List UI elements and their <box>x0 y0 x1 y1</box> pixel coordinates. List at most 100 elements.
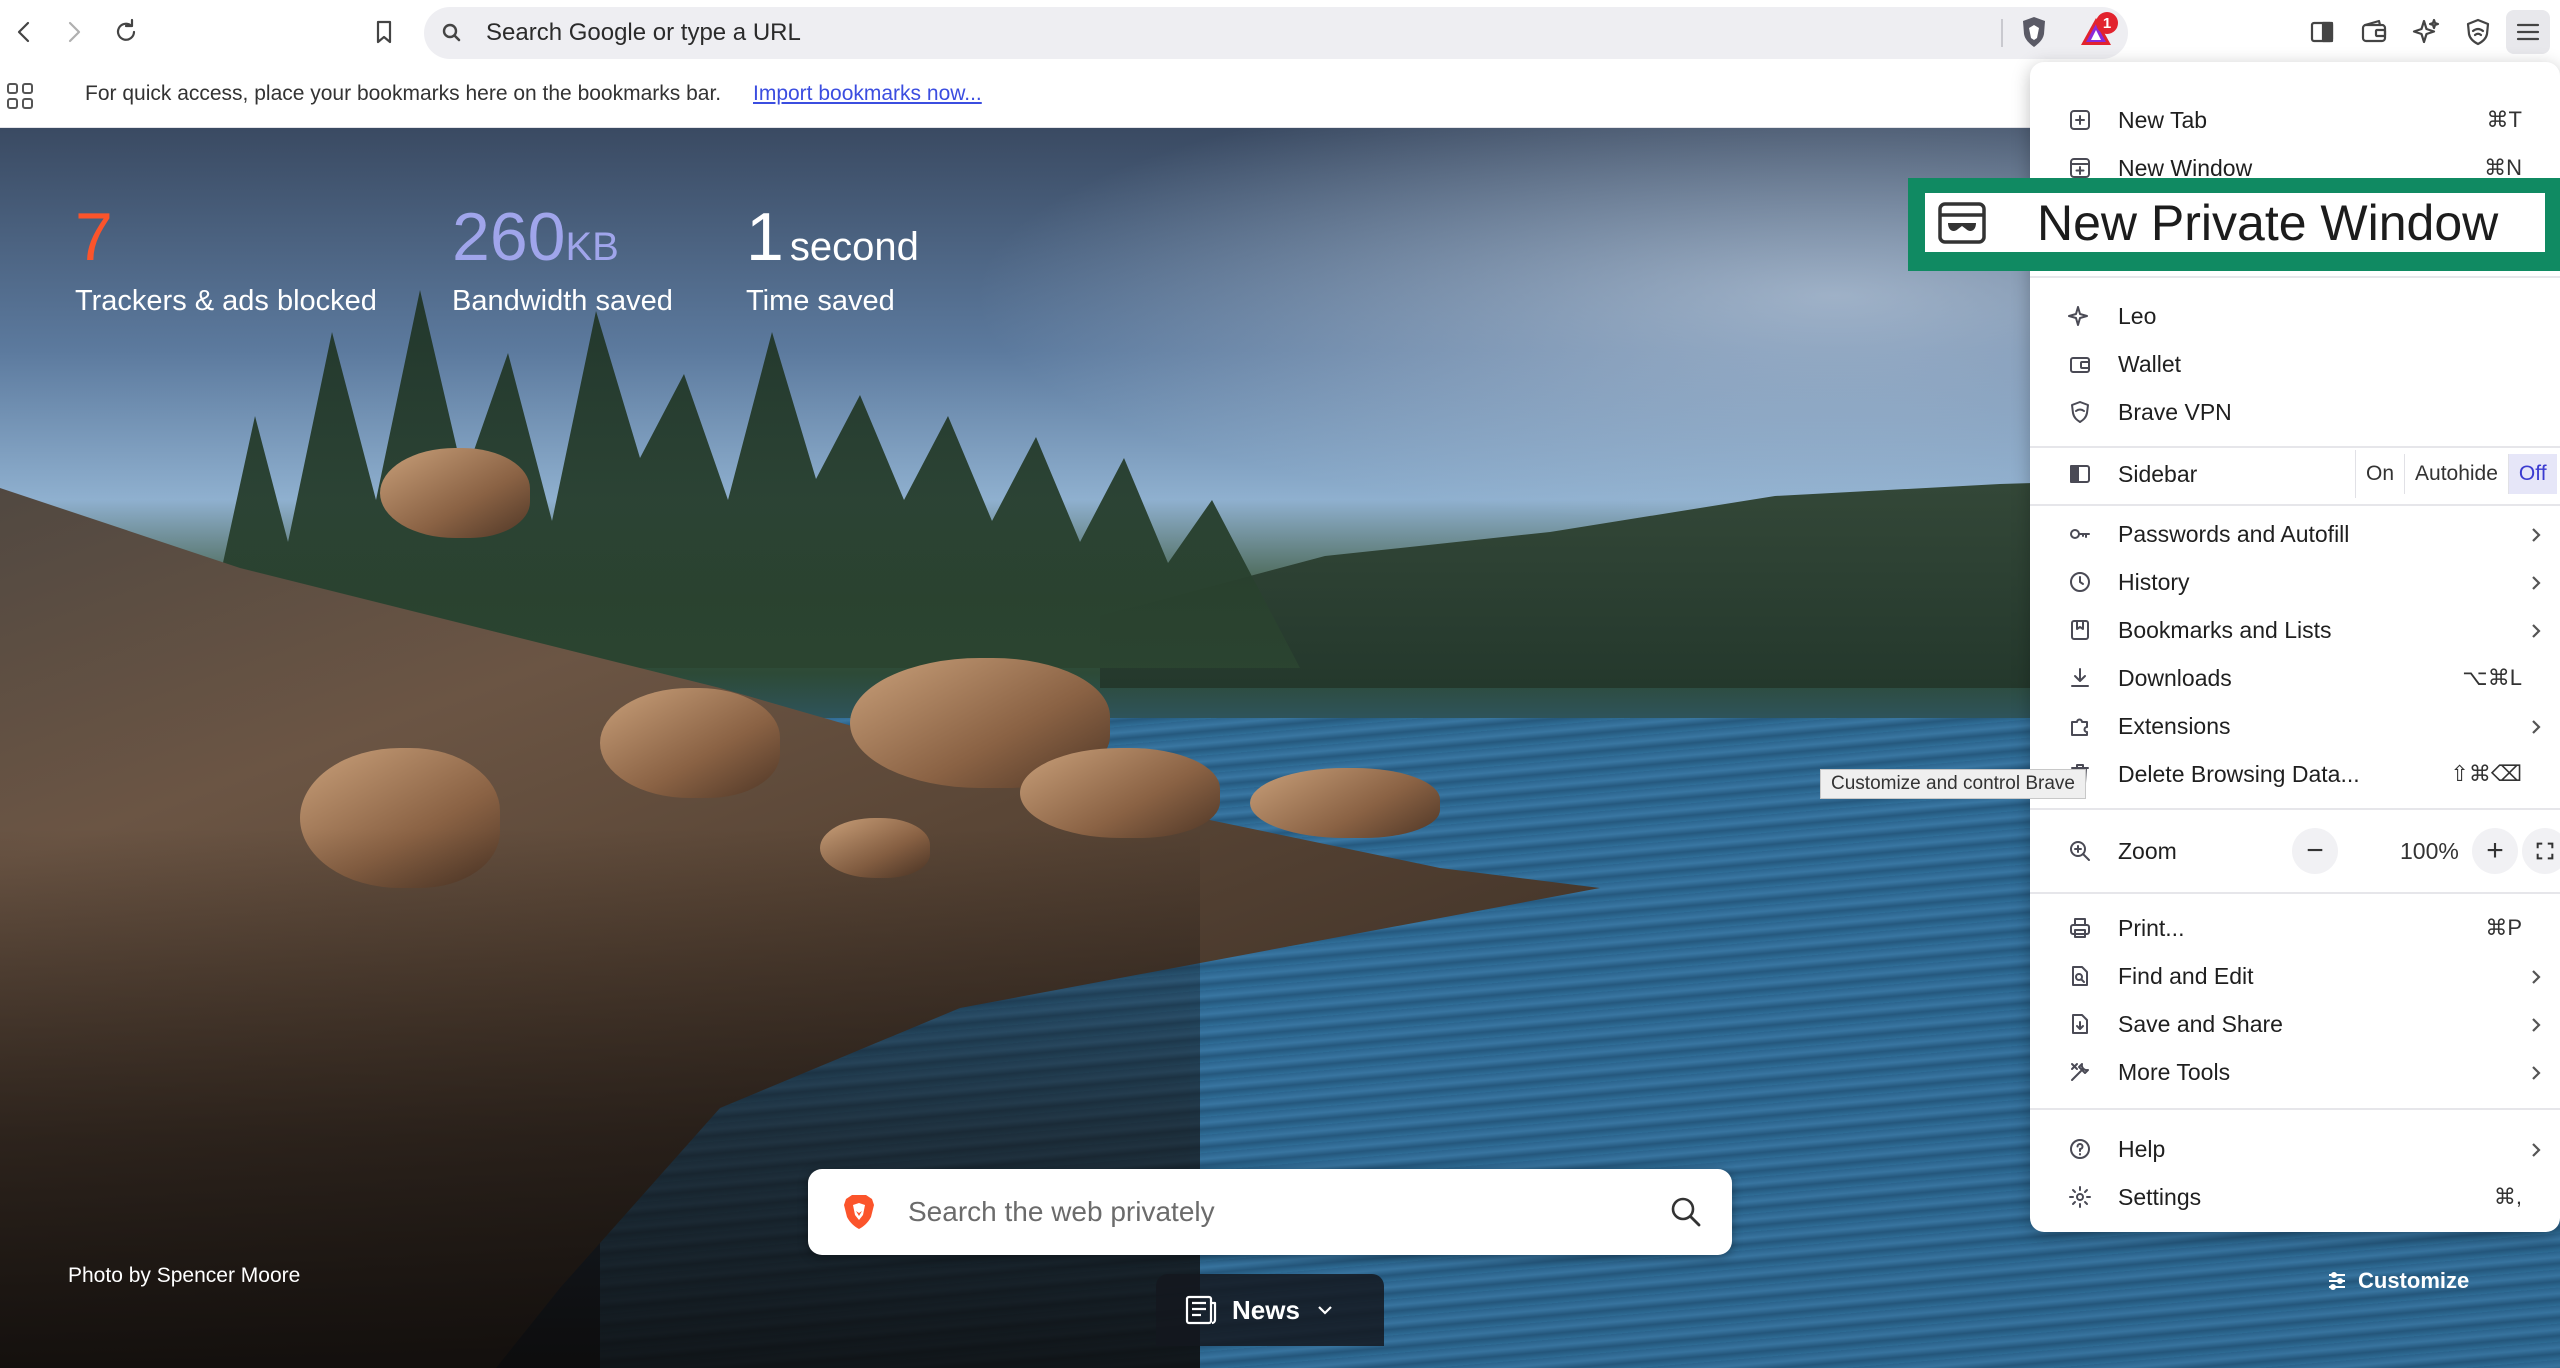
main-menu-button[interactable] <box>2506 10 2550 54</box>
rewards-badge: 1 <box>2096 12 2118 34</box>
background-rock <box>380 448 530 538</box>
menu-item-label: Brave VPN <box>2118 398 2232 425</box>
wallet-button[interactable] <box>2352 10 2396 54</box>
chevron-right-icon <box>2526 572 2546 592</box>
ntp-search-input[interactable] <box>908 1169 1608 1255</box>
new-window-icon <box>2068 156 2092 180</box>
sidebar-mode-off[interactable]: Off <box>2508 454 2557 494</box>
private-window-icon <box>1938 202 1986 244</box>
download-icon <box>2068 666 2092 690</box>
bookmarks-bar-hint: For quick access, place your bookmarks h… <box>85 82 722 105</box>
bookmarks-icon <box>2068 618 2092 642</box>
customize-button[interactable]: Customize <box>2326 1256 2469 1306</box>
menu-item-label: Wallet <box>2118 350 2182 377</box>
menu-item-label: Save and Share <box>2118 1010 2283 1037</box>
menu-item-wallet[interactable]: Wallet <box>2030 340 2560 388</box>
newspaper-icon <box>1185 1295 1217 1325</box>
zoom-out-button[interactable]: − <box>2292 828 2338 874</box>
menu-item-label: Help <box>2118 1135 2166 1162</box>
vpn-button[interactable] <box>2456 10 2500 54</box>
ntp-search-box[interactable] <box>808 1169 1732 1255</box>
chevron-right-icon <box>2526 620 2546 640</box>
zoom-magnifier-icon <box>2068 839 2092 863</box>
menu-item-label: Settings <box>2118 1183 2202 1210</box>
menu-item-find-and-edit[interactable]: Find and Edit <box>2030 952 2560 1000</box>
search-icon[interactable] <box>1668 1194 1704 1230</box>
puzzle-icon <box>2068 714 2092 738</box>
photo-credit[interactable]: Photo by Spencer Moore <box>68 1264 300 1288</box>
menu-item-extensions[interactable]: Extensions <box>2030 702 2560 750</box>
menu-item-shortcut: ⌘, <box>2493 1184 2522 1209</box>
chevron-right-icon <box>2526 716 2546 736</box>
menu-item-delete-browsing-data[interactable]: Delete Browsing Data... ⇧⌘⌫ <box>2030 750 2560 798</box>
news-button[interactable]: News <box>1156 1274 1384 1346</box>
menu-item-label: Zoom <box>2118 837 2177 864</box>
bandwidth-unit: KB <box>565 225 619 269</box>
reload-button[interactable] <box>104 10 148 54</box>
menu-item-label: Sidebar <box>2118 460 2198 487</box>
menu-item-shortcut: ⌘T <box>2486 107 2522 132</box>
history-clock-icon <box>2068 570 2092 594</box>
search-icon <box>442 23 461 42</box>
menu-item-label: Leo <box>2118 302 2157 329</box>
browser-toolbar: 1 <box>0 0 2560 62</box>
chevron-right-icon <box>2526 1062 2546 1082</box>
menu-item-shortcut: ⌥⌘L <box>2462 665 2522 690</box>
reload-icon <box>116 18 136 41</box>
menu-item-sidebar: Sidebar On Autohide Off <box>2030 450 2560 498</box>
wallet-icon <box>2361 19 2387 43</box>
fullscreen-button[interactable] <box>2522 828 2560 874</box>
menu-item-new-tab[interactable]: New Tab ⌘T <box>2030 96 2560 144</box>
menu-item-downloads[interactable]: Downloads ⌥⌘L <box>2030 654 2560 702</box>
address-bar[interactable] <box>424 7 2128 59</box>
background-rock <box>1250 768 1440 838</box>
menu-item-brave-vpn[interactable]: Brave VPN <box>2030 388 2560 436</box>
sidebar-icon <box>2068 462 2092 486</box>
import-bookmarks-link[interactable]: Import bookmarks now... <box>753 82 982 106</box>
sidebar-mode-on[interactable]: On <box>2356 454 2406 494</box>
menu-item-label: Print... <box>2118 914 2185 941</box>
menu-separator <box>2030 504 2560 506</box>
find-document-icon <box>2068 964 2092 988</box>
time-label: Time saved <box>746 285 895 317</box>
zoom-control: − 100% + <box>2260 827 2560 875</box>
trackers-label: Trackers & ads blocked <box>75 285 377 317</box>
brave-lion-logo-icon <box>844 1195 874 1229</box>
menu-item-leo[interactable]: Leo <box>2030 292 2560 340</box>
address-input[interactable] <box>486 7 1786 59</box>
menu-item-label: Bookmarks and Lists <box>2118 616 2332 643</box>
menu-item-zoom: Zoom − 100% + <box>2030 827 2560 875</box>
menu-item-help[interactable]: Help <box>2030 1125 2560 1173</box>
menu-separator <box>2030 892 2560 894</box>
bookmark-page-button[interactable] <box>362 10 406 54</box>
bandwidth-value-row: 260KB <box>452 203 673 271</box>
bandwidth-label: Bandwidth saved <box>452 285 673 317</box>
menu-item-history[interactable]: History <box>2030 558 2560 606</box>
menu-item-bookmarks[interactable]: Bookmarks and Lists <box>2030 606 2560 654</box>
time-value: 1 <box>746 199 784 275</box>
menu-separator <box>2030 446 2560 448</box>
brave-shields-icon[interactable] <box>2016 14 2052 50</box>
forward-button[interactable] <box>52 10 96 54</box>
menu-item-new-private-window[interactable]: New Private Window <box>1925 193 2545 252</box>
menu-item-label: Delete Browsing Data... <box>2118 760 2360 787</box>
apps-grid-icon[interactable] <box>4 80 36 112</box>
menu-item-label: Downloads <box>2118 664 2232 691</box>
bookmark-icon <box>376 20 392 44</box>
sidebar-mode-autohide[interactable]: Autohide <box>2405 454 2509 494</box>
leo-button[interactable] <box>2404 10 2448 54</box>
fullscreen-icon <box>2536 842 2554 860</box>
time-value-row: 1 second <box>746 203 919 271</box>
menu-item-label: History <box>2118 568 2190 595</box>
hamburger-menu-icon <box>2516 23 2540 41</box>
sidebar-toggle-button[interactable] <box>2300 10 2344 54</box>
zoom-in-button[interactable]: + <box>2472 828 2518 874</box>
customize-label: Customize <box>2358 1268 2470 1293</box>
menu-item-passwords[interactable]: Passwords and Autofill <box>2030 510 2560 558</box>
menu-item-save-and-share[interactable]: Save and Share <box>2030 1000 2560 1048</box>
menu-item-more-tools[interactable]: More Tools <box>2030 1048 2560 1096</box>
menu-item-settings[interactable]: Settings ⌘, <box>2030 1173 2560 1221</box>
menu-item-print[interactable]: Print... ⌘P <box>2030 904 2560 952</box>
back-button[interactable] <box>2 10 46 54</box>
forward-arrow-icon <box>68 21 81 43</box>
